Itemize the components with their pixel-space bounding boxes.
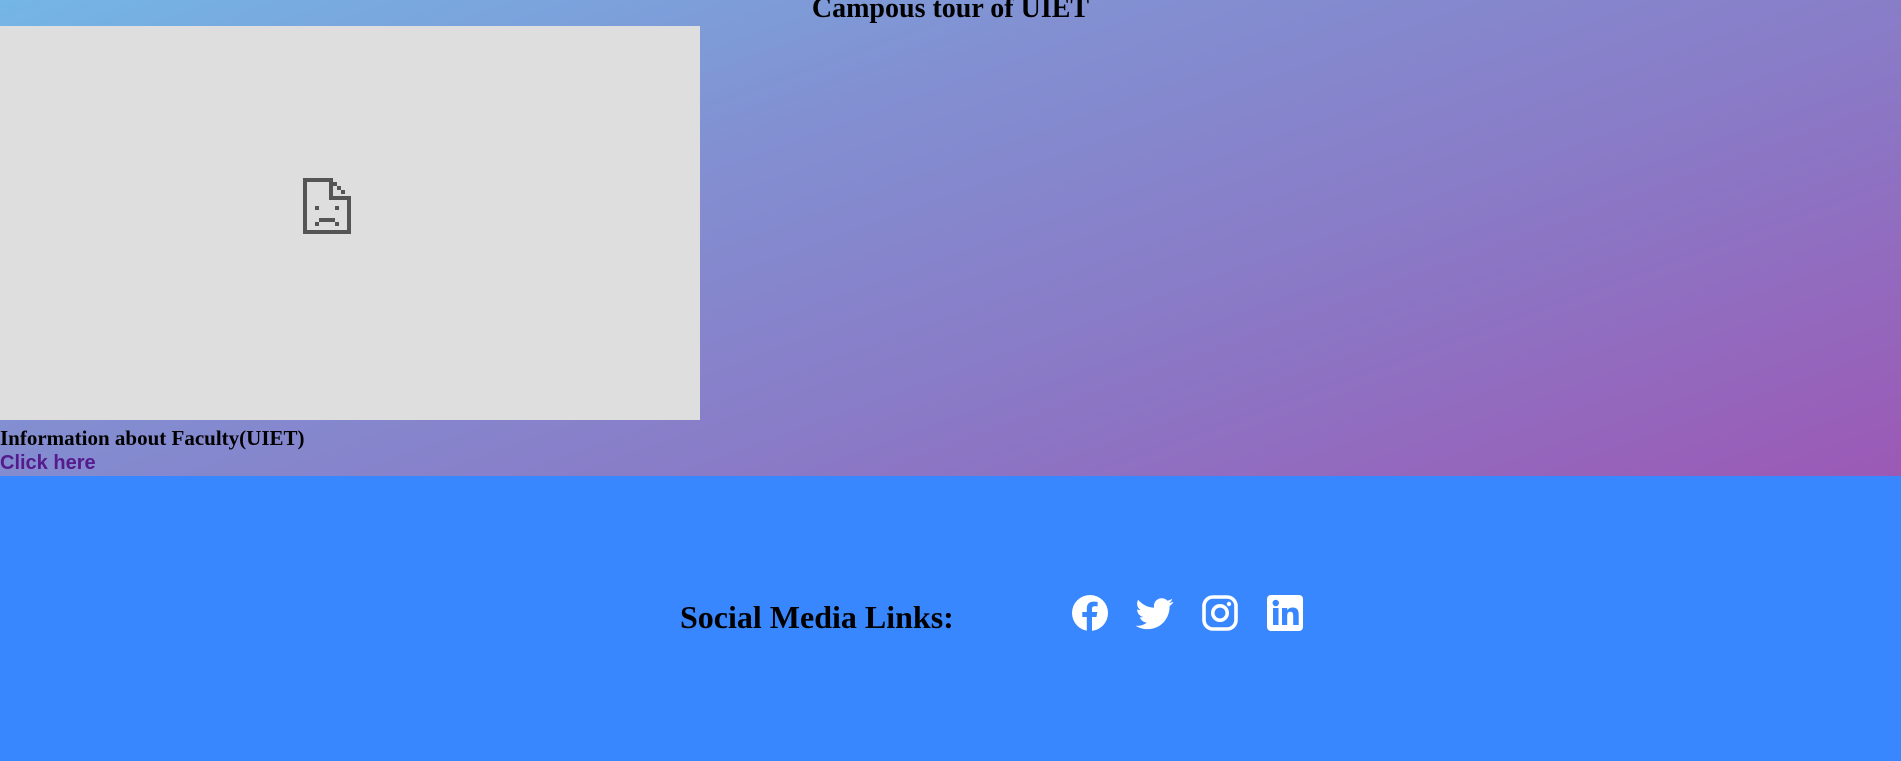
faculty-heading: Information about Faculty(UIET) [0,426,305,450]
embedded-video-frame[interactable] [0,26,700,420]
linkedin-icon[interactable] [1266,594,1304,632]
footer: Social Media Links: [0,476,1901,761]
campus-tour-section: Campous tour of UIET Information about F… [0,0,1901,476]
page-title: Campous tour of UIET [811,0,1090,24]
social-media-label: Social Media Links: [680,599,954,635]
instagram-icon[interactable] [1201,594,1239,632]
facebook-icon[interactable] [1071,594,1109,632]
twitter-icon[interactable] [1136,594,1174,632]
faculty-click-here-link[interactable]: Click here [0,451,96,475]
broken-page-icon [303,178,351,234]
